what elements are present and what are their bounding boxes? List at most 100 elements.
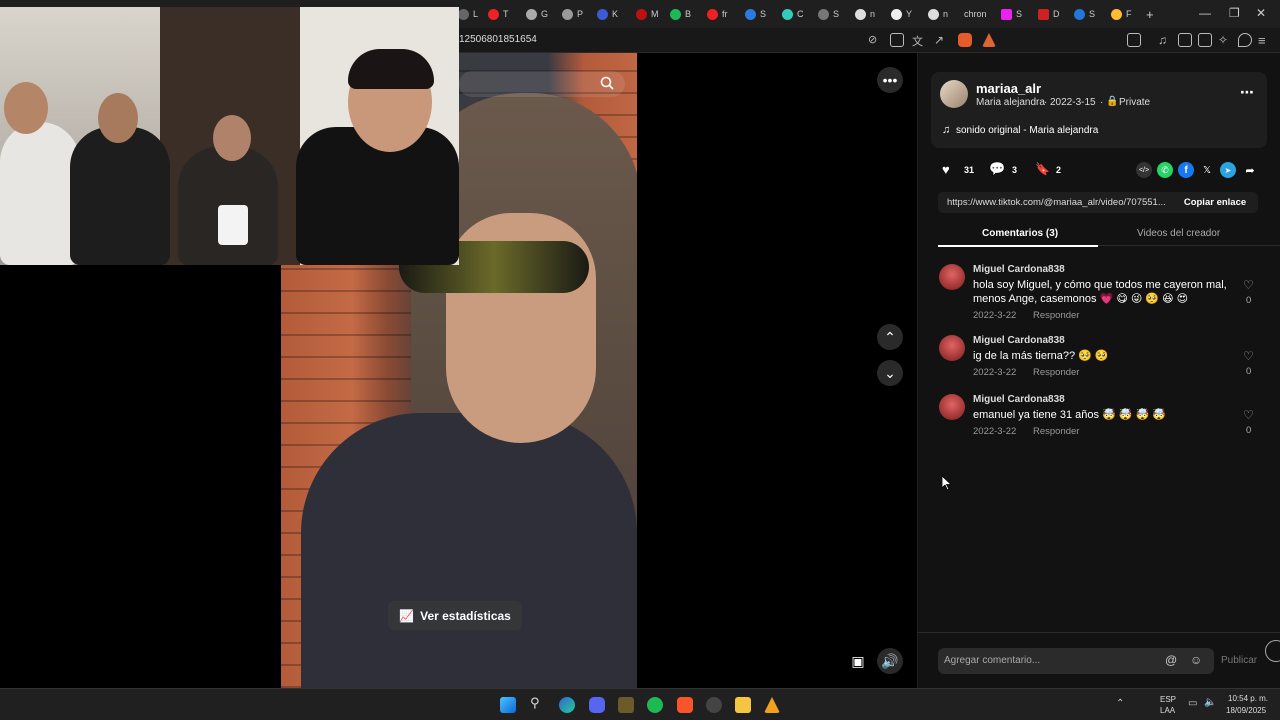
maximize-icon[interactable]: ❐ — [1229, 6, 1240, 20]
new-tab-button[interactable]: + — [1146, 5, 1154, 23]
search-icon[interactable] — [600, 76, 614, 90]
menu-icon[interactable]: ≡ — [1258, 33, 1272, 48]
scroll-back-icon[interactable] — [1265, 640, 1280, 662]
browser-tab[interactable]: M — [636, 5, 659, 23]
share-arrow-icon[interactable]: ➦ — [1242, 162, 1258, 178]
discord-icon[interactable] — [589, 697, 605, 713]
app-icon[interactable] — [764, 697, 780, 713]
file-explorer-icon[interactable] — [735, 697, 751, 713]
music-icon[interactable]: ♫ — [1158, 33, 1172, 47]
heart-outline-icon[interactable]: ♡ — [1243, 278, 1254, 292]
edge-icon[interactable] — [559, 697, 575, 713]
taskbar-search-icon[interactable]: ⚲ — [530, 695, 546, 711]
tab-comments[interactable]: Comentarios (3) — [982, 228, 1058, 239]
browser-tab[interactable]: L — [458, 5, 478, 23]
language-indicator-variant[interactable]: LAA — [1160, 706, 1175, 715]
comment-author[interactable]: Miguel Cardona838 — [973, 264, 1065, 275]
brave-icon[interactable] — [677, 697, 693, 713]
share-icon[interactable]: ↗ — [934, 33, 948, 47]
obs-icon[interactable] — [706, 697, 722, 713]
pip-icon[interactable]: ▣ — [845, 648, 871, 674]
video-link-text[interactable]: https://www.tiktok.com/@mariaa_alr/video… — [947, 197, 1166, 208]
browser-tab[interactable]: S — [1001, 5, 1022, 23]
chevron-down-icon[interactable]: ⌄ — [877, 360, 903, 386]
facebook-icon[interactable]: f — [1178, 162, 1194, 178]
embed-icon[interactable]: </> — [1136, 162, 1152, 178]
translate-icon[interactable]: 文 — [912, 33, 926, 48]
view-stats-button[interactable]: 📈 Ver estadísticas — [388, 601, 522, 630]
network-icon[interactable]: ▭ — [1188, 698, 1197, 709]
clock-time[interactable]: 10:54 p. m. — [1228, 694, 1268, 703]
browser-tab[interactable]: Y — [891, 5, 912, 23]
reply-button[interactable]: Responder — [1033, 426, 1079, 437]
browser-tab[interactable]: G — [526, 5, 548, 23]
browser-tab[interactable]: C — [782, 5, 804, 23]
comment-author[interactable]: Miguel Cardona838 — [973, 335, 1065, 346]
sidebar-icon[interactable] — [1178, 33, 1192, 47]
more-options-icon[interactable]: ••• — [877, 67, 903, 93]
post-options-icon[interactable]: ⋯ — [1240, 84, 1254, 101]
browser-tab[interactable]: S — [1074, 5, 1095, 23]
brave-rewards-icon[interactable] — [982, 33, 996, 47]
windows-start-icon[interactable] — [500, 697, 516, 713]
tray-chevron-up-icon[interactable]: ⌃ — [1116, 698, 1124, 709]
emoji-icon[interactable]: ☺ — [1190, 653, 1202, 667]
browser-tab[interactable]: D — [1038, 5, 1060, 23]
browser-tab[interactable]: B — [670, 5, 691, 23]
minimize-icon[interactable]: — — [1199, 6, 1211, 20]
mention-icon[interactable]: @ — [1165, 653, 1177, 667]
language-indicator[interactable]: ESP — [1160, 695, 1176, 704]
whatsapp-icon[interactable]: ✆ — [1157, 162, 1173, 178]
publish-button[interactable]: Publicar — [1221, 655, 1257, 666]
no-tracking-icon[interactable]: ⊘ — [868, 33, 882, 47]
close-icon[interactable]: ✕ — [1256, 6, 1266, 20]
browser-tab[interactable]: T — [488, 5, 509, 23]
comment-like-count: 0 — [1246, 425, 1252, 436]
details-panel — [917, 53, 1280, 688]
screenshot-icon[interactable] — [890, 33, 904, 47]
browser-tab[interactable]: n — [928, 5, 948, 23]
reply-button[interactable]: Responder — [1033, 310, 1079, 321]
copy-link-button[interactable]: Copiar enlace — [1172, 192, 1258, 213]
spotify-icon[interactable] — [647, 697, 663, 713]
reply-button[interactable]: Responder — [1033, 367, 1079, 378]
comment-icon[interactable]: 💬 — [989, 161, 1005, 177]
browser-tab[interactable]: F — [1111, 5, 1132, 23]
webcam-person-head — [213, 115, 251, 161]
volume-icon[interactable]: 🔊 — [877, 648, 903, 674]
sound-link[interactable]: sonido original - Maria alejandra — [956, 125, 1098, 136]
avatar[interactable] — [939, 335, 965, 361]
comment-input[interactable]: Agregar comentario... — [944, 655, 1040, 666]
browser-tab[interactable]: S — [818, 5, 839, 23]
browser-tab[interactable]: P — [562, 5, 583, 23]
vpn-icon[interactable] — [1238, 33, 1252, 47]
bookmark-icon[interactable]: 🔖 — [1035, 162, 1050, 176]
wallet-icon[interactable] — [1198, 33, 1212, 47]
x-icon[interactable]: 𝕏 — [1199, 162, 1215, 178]
browser-tab[interactable]: n — [855, 5, 875, 23]
extension-icon[interactable] — [1127, 33, 1141, 47]
heart-outline-icon[interactable]: ♡ — [1243, 349, 1254, 363]
browser-tab[interactable]: chron — [964, 5, 987, 23]
browser-tab[interactable]: K — [597, 5, 618, 23]
browser-tab[interactable]: fr — [707, 5, 728, 23]
speaker-icon[interactable]: 🔈 — [1204, 697, 1216, 708]
heart-outline-icon[interactable]: ♡ — [1243, 408, 1254, 422]
ai-icon[interactable]: ✧ — [1218, 33, 1232, 47]
comment-author[interactable]: Miguel Cardona838 — [973, 394, 1065, 405]
browser-tab[interactable]: S — [745, 5, 766, 23]
telegram-icon[interactable]: ➤ — [1220, 162, 1236, 178]
avatar[interactable] — [940, 80, 968, 108]
separator-dot: · — [1044, 97, 1048, 108]
post-username[interactable]: mariaa_alr — [976, 81, 1041, 96]
avatar[interactable] — [939, 394, 965, 420]
url-input[interactable]: 12506801851654 — [459, 34, 537, 45]
chevron-up-icon[interactable]: ⌃ — [877, 324, 903, 350]
avatar[interactable] — [939, 264, 965, 290]
brave-shield-icon[interactable] — [958, 33, 972, 47]
like-icon[interactable]: ♥ — [942, 162, 950, 177]
clock-date[interactable]: 18/09/2025 — [1226, 706, 1266, 715]
minecraft-icon[interactable] — [618, 697, 634, 713]
privacy-label: Private — [1119, 97, 1151, 108]
tab-creator-videos[interactable]: Videos del creador — [1137, 228, 1220, 239]
